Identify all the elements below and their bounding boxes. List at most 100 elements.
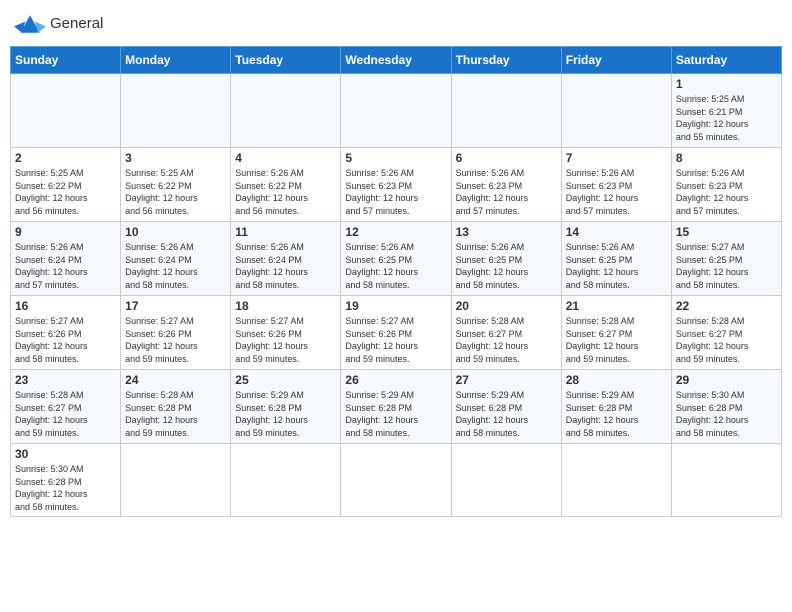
header-day-wednesday: Wednesday: [341, 47, 451, 74]
day-info: Sunrise: 5:28 AM Sunset: 6:27 PM Dayligh…: [15, 389, 116, 439]
calendar-day-cell: 22 Sunrise: 5:28 AM Sunset: 6:27 PM Dayli…: [671, 296, 781, 370]
calendar-day-cell: [11, 74, 121, 148]
calendar-day-cell: 11 Sunrise: 5:26 AM Sunset: 6:24 PM Dayli…: [231, 222, 341, 296]
calendar-day-cell: [451, 444, 561, 517]
calendar-table: SundayMondayTuesdayWednesdayThursdayFrid…: [10, 46, 782, 517]
day-number: 14: [566, 225, 667, 239]
calendar-header-row: SundayMondayTuesdayWednesdayThursdayFrid…: [11, 47, 782, 74]
calendar-day-cell: 26Sunrise: 5:29 AM Sunset: 6:28 PM Dayli…: [341, 370, 451, 444]
day-info: Sunrise: 5:26 AM Sunset: 6:25 PM Dayligh…: [345, 241, 446, 291]
day-number: 28: [566, 373, 667, 387]
calendar-week-row: 16 Sunrise: 5:27 AM Sunset: 6:26 PM Dayli…: [11, 296, 782, 370]
day-info: Sunrise: 5:26 AM Sunset: 6:23 PM Dayligh…: [676, 167, 777, 217]
calendar-day-cell: 8 Sunrise: 5:26 AM Sunset: 6:23 PM Daylig…: [671, 148, 781, 222]
day-info: Sunrise: 5:27 AM Sunset: 6:26 PM Dayligh…: [235, 315, 336, 365]
calendar-day-cell: 14 Sunrise: 5:26 AM Sunset: 6:25 PM Dayli…: [561, 222, 671, 296]
calendar-day-cell: 28 Sunrise: 5:29 AM Sunset: 6:28 PM Dayli…: [561, 370, 671, 444]
day-number: 7: [566, 151, 667, 165]
header-day-saturday: Saturday: [671, 47, 781, 74]
day-number: 11: [235, 225, 336, 239]
calendar-day-cell: 19 Sunrise: 5:27 AM Sunset: 6:26 PM Dayli…: [341, 296, 451, 370]
calendar-day-cell: 12 Sunrise: 5:26 AM Sunset: 6:25 PM Dayli…: [341, 222, 451, 296]
day-number: 6: [456, 151, 557, 165]
day-number: 9: [15, 225, 116, 239]
calendar-day-cell: 4 Sunrise: 5:26 AM Sunset: 6:22 PM Daylig…: [231, 148, 341, 222]
day-info: Sunrise: 5:26 AM Sunset: 6:24 PM Dayligh…: [15, 241, 116, 291]
logo-icon: [14, 10, 46, 38]
day-number: 24: [125, 373, 226, 387]
day-info: Sunrise: 5:25 AM Sunset: 6:21 PM Dayligh…: [676, 93, 777, 143]
day-info: Sunrise: 5:25 AM Sunset: 6:22 PM Dayligh…: [15, 167, 116, 217]
calendar-day-cell: 1Sunrise: 5:25 AM Sunset: 6:21 PM Daylig…: [671, 74, 781, 148]
header-day-tuesday: Tuesday: [231, 47, 341, 74]
day-number: 17: [125, 299, 226, 313]
calendar-day-cell: 23 Sunrise: 5:28 AM Sunset: 6:27 PM Dayli…: [11, 370, 121, 444]
calendar-week-row: 23 Sunrise: 5:28 AM Sunset: 6:27 PM Dayli…: [11, 370, 782, 444]
calendar-day-cell: [341, 74, 451, 148]
day-number: 4: [235, 151, 336, 165]
day-info: Sunrise: 5:26 AM Sunset: 6:23 PM Dayligh…: [566, 167, 667, 217]
calendar-day-cell: 15 Sunrise: 5:27 AM Sunset: 6:25 PM Dayli…: [671, 222, 781, 296]
calendar-day-cell: 17 Sunrise: 5:27 AM Sunset: 6:26 PM Dayli…: [121, 296, 231, 370]
day-info: Sunrise: 5:26 AM Sunset: 6:25 PM Dayligh…: [456, 241, 557, 291]
day-number: 15: [676, 225, 777, 239]
day-info: Sunrise: 5:26 AM Sunset: 6:24 PM Dayligh…: [125, 241, 226, 291]
calendar-day-cell: 10Sunrise: 5:26 AM Sunset: 6:24 PM Dayli…: [121, 222, 231, 296]
day-info: Sunrise: 5:28 AM Sunset: 6:27 PM Dayligh…: [456, 315, 557, 365]
day-info: Sunrise: 5:26 AM Sunset: 6:25 PM Dayligh…: [566, 241, 667, 291]
calendar-day-cell: 7 Sunrise: 5:26 AM Sunset: 6:23 PM Daylig…: [561, 148, 671, 222]
day-info: Sunrise: 5:27 AM Sunset: 6:26 PM Dayligh…: [15, 315, 116, 365]
calendar-day-cell: 30Sunrise: 5:30 AM Sunset: 6:28 PM Dayli…: [11, 444, 121, 517]
day-number: 22: [676, 299, 777, 313]
calendar-day-cell: [341, 444, 451, 517]
day-info: Sunrise: 5:27 AM Sunset: 6:26 PM Dayligh…: [125, 315, 226, 365]
day-info: Sunrise: 5:26 AM Sunset: 6:24 PM Dayligh…: [235, 241, 336, 291]
calendar-day-cell: 21 Sunrise: 5:28 AM Sunset: 6:27 PM Dayli…: [561, 296, 671, 370]
day-info: Sunrise: 5:28 AM Sunset: 6:27 PM Dayligh…: [566, 315, 667, 365]
day-number: 3: [125, 151, 226, 165]
day-info: Sunrise: 5:27 AM Sunset: 6:26 PM Dayligh…: [345, 315, 446, 365]
day-info: Sunrise: 5:27 AM Sunset: 6:25 PM Dayligh…: [676, 241, 777, 291]
logo-text: General: [50, 15, 103, 33]
day-info: Sunrise: 5:28 AM Sunset: 6:28 PM Dayligh…: [125, 389, 226, 439]
logo: General: [14, 10, 103, 38]
day-number: 12: [345, 225, 446, 239]
calendar-day-cell: 3Sunrise: 5:25 AM Sunset: 6:22 PM Daylig…: [121, 148, 231, 222]
calendar-day-cell: 13 Sunrise: 5:26 AM Sunset: 6:25 PM Dayli…: [451, 222, 561, 296]
day-info: Sunrise: 5:26 AM Sunset: 6:22 PM Dayligh…: [235, 167, 336, 217]
day-number: 5: [345, 151, 446, 165]
calendar-day-cell: [231, 74, 341, 148]
day-info: Sunrise: 5:29 AM Sunset: 6:28 PM Dayligh…: [235, 389, 336, 439]
day-info: Sunrise: 5:29 AM Sunset: 6:28 PM Dayligh…: [566, 389, 667, 439]
day-number: 26: [345, 373, 446, 387]
day-info: Sunrise: 5:26 AM Sunset: 6:23 PM Dayligh…: [456, 167, 557, 217]
day-number: 16: [15, 299, 116, 313]
calendar-day-cell: [121, 444, 231, 517]
day-number: 19: [345, 299, 446, 313]
day-info: Sunrise: 5:28 AM Sunset: 6:27 PM Dayligh…: [676, 315, 777, 365]
calendar-day-cell: 2 Sunrise: 5:25 AM Sunset: 6:22 PM Daylig…: [11, 148, 121, 222]
day-number: 13: [456, 225, 557, 239]
day-number: 18: [235, 299, 336, 313]
header-day-friday: Friday: [561, 47, 671, 74]
day-number: 27: [456, 373, 557, 387]
header: General: [10, 10, 782, 38]
calendar-day-cell: 18 Sunrise: 5:27 AM Sunset: 6:26 PM Dayli…: [231, 296, 341, 370]
calendar-day-cell: 29Sunrise: 5:30 AM Sunset: 6:28 PM Dayli…: [671, 370, 781, 444]
day-info: Sunrise: 5:26 AM Sunset: 6:23 PM Dayligh…: [345, 167, 446, 217]
calendar-day-cell: 9 Sunrise: 5:26 AM Sunset: 6:24 PM Daylig…: [11, 222, 121, 296]
calendar-day-cell: 24 Sunrise: 5:28 AM Sunset: 6:28 PM Dayli…: [121, 370, 231, 444]
calendar-day-cell: [231, 444, 341, 517]
day-number: 21: [566, 299, 667, 313]
header-day-monday: Monday: [121, 47, 231, 74]
calendar-week-row: 30Sunrise: 5:30 AM Sunset: 6:28 PM Dayli…: [11, 444, 782, 517]
day-number: 20: [456, 299, 557, 313]
day-number: 25: [235, 373, 336, 387]
day-number: 8: [676, 151, 777, 165]
header-day-sunday: Sunday: [11, 47, 121, 74]
day-number: 2: [15, 151, 116, 165]
calendar-day-cell: [121, 74, 231, 148]
day-info: Sunrise: 5:30 AM Sunset: 6:28 PM Dayligh…: [676, 389, 777, 439]
day-number: 23: [15, 373, 116, 387]
calendar-week-row: 2 Sunrise: 5:25 AM Sunset: 6:22 PM Daylig…: [11, 148, 782, 222]
